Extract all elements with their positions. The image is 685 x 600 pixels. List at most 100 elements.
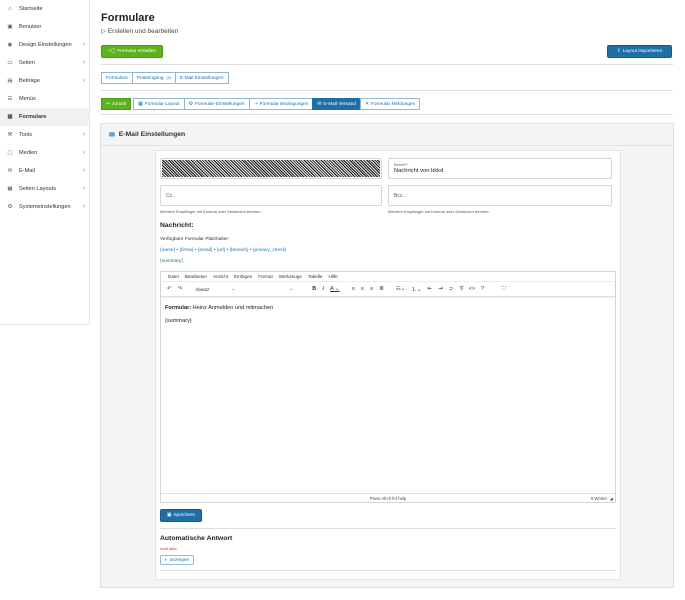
editor-menu-item[interactable]: Datei bbox=[168, 274, 179, 279]
sidebar-item-seiten-layouts[interactable]: ▦ Seiten Layouts › bbox=[0, 180, 89, 198]
sidebar-item-benutzer[interactable]: ▣ Benutzer bbox=[0, 18, 89, 36]
save-icon: ▣ bbox=[166, 513, 172, 518]
back-arrow-icon: ⇐ bbox=[106, 101, 111, 107]
subject-field[interactable]: Betreff * Nachricht von bkkd bbox=[388, 158, 612, 179]
tab-label: Formulare bbox=[106, 75, 128, 81]
editor-menu-item[interactable]: Ansicht bbox=[213, 274, 228, 279]
help-hint: Press Alt+0 for help bbox=[369, 495, 407, 501]
form-icon: ▦ bbox=[7, 114, 13, 120]
import-layout-button[interactable]: ⇪ Layout importieren bbox=[607, 45, 672, 58]
align-justify-icon[interactable]: ≣ bbox=[379, 286, 384, 292]
divider bbox=[160, 528, 616, 529]
email-form: Betreff * Nachricht von bkkd Cc.. Bcc.. … bbox=[155, 150, 621, 580]
subtab-formular-meldungen[interactable]: ✕ Formular Meldungen bbox=[359, 98, 421, 110]
sidebar-item-label: Tools bbox=[19, 132, 33, 138]
align-right-icon[interactable]: ≡ bbox=[370, 286, 373, 292]
posts-icon: ▤ bbox=[7, 78, 13, 84]
panel-header: ✉ E-Mail Einstellungen bbox=[101, 124, 673, 146]
tab-posteingang[interactable]: Posteingang (0) bbox=[131, 72, 176, 84]
editor-menu-item[interactable]: Einfügen bbox=[234, 274, 252, 279]
create-form-button[interactable]: +▢ Formular erstellen bbox=[101, 45, 163, 58]
editor-menu-item[interactable]: Tabelle bbox=[308, 274, 323, 279]
sidebar-item-startseite[interactable]: ⌂ Startseite bbox=[0, 0, 89, 18]
sidebar-item-formulare[interactable]: ▦ Formulare bbox=[0, 108, 89, 126]
subtab-formular-einstellungen[interactable]: ⚙ Formular-Einstellungen bbox=[183, 98, 250, 110]
numbered-list-icon[interactable]: ⒈⌄ bbox=[411, 285, 421, 293]
save-button[interactable]: ▣ Speichern bbox=[160, 509, 202, 522]
home-icon: ⌂ bbox=[8, 6, 12, 12]
editor-menu-item[interactable]: Bearbeiten bbox=[185, 274, 207, 279]
gear-icon: ⚙ bbox=[7, 204, 13, 210]
clear-format-icon[interactable]: T̸ bbox=[459, 286, 462, 292]
sidebar-item-seiten[interactable]: ▭ Seiten › bbox=[0, 54, 89, 72]
editor-content[interactable]: Formular: Heinz Anmelden und mitmachen {… bbox=[161, 297, 615, 333]
indent-icon[interactable]: ⇥ bbox=[438, 286, 443, 292]
cc-field[interactable]: Cc.. bbox=[160, 185, 382, 206]
cc-hint: Mehrere Empfänger mit Komma oder Semikol… bbox=[160, 209, 262, 214]
auto-reply-heading: Automatische Antwort bbox=[160, 535, 233, 542]
content-bold: Formular: bbox=[165, 305, 192, 311]
align-center-icon[interactable]: ≡ bbox=[361, 286, 364, 292]
sidebar-item-medien[interactable]: ▢ Medien › bbox=[0, 144, 89, 162]
bcc-field[interactable]: Bcc.. bbox=[388, 185, 612, 206]
sidebar-item-beiträge[interactable]: ▤ Beiträge › bbox=[0, 72, 89, 90]
sidebar-item-menüs[interactable]: ☰ Menüs bbox=[0, 90, 89, 108]
recipient-field[interactable] bbox=[160, 158, 382, 179]
subtab-icon: ▦ bbox=[138, 101, 143, 107]
back-button[interactable]: ⇐ zurück bbox=[101, 98, 132, 110]
sidebar-item-e-mail[interactable]: ✉ E-Mail › bbox=[0, 162, 89, 180]
outdent-icon[interactable]: ⇤ bbox=[427, 286, 432, 292]
help-icon[interactable]: ? bbox=[481, 286, 484, 292]
media-icon: ▢ bbox=[7, 150, 13, 156]
editor-line-2: {summary} bbox=[165, 318, 192, 324]
sidebar-item-label: Beiträge bbox=[19, 78, 40, 84]
subtab-label: Formular Bedingungen bbox=[259, 101, 309, 107]
font-size-select[interactable]: ⌄ bbox=[248, 285, 296, 294]
redo-icon[interactable]: ↷ bbox=[178, 286, 183, 292]
subtab-formular-layout[interactable]: ▦ Formular Layout bbox=[133, 98, 185, 110]
tab-formulare[interactable]: Formulare bbox=[101, 72, 133, 84]
block-format-value: Absatz bbox=[195, 286, 210, 292]
sidebar-item-label: Formulare bbox=[19, 114, 47, 120]
block-format-select[interactable]: Absatz ⌄ bbox=[192, 285, 238, 294]
editor-line-1: Formular: Heinz Anmelden und mitmachen bbox=[165, 302, 611, 315]
chevron-down-icon: ⌄ bbox=[231, 286, 236, 291]
editor-menu-item[interactable]: Format bbox=[258, 274, 273, 279]
bullet-list-icon[interactable]: ☷⌄ bbox=[396, 286, 406, 292]
editor-menu-item[interactable]: Werkzeuge bbox=[279, 274, 302, 279]
resize-handle-icon[interactable]: ◢ bbox=[610, 496, 613, 501]
sidebar-item-label: E-Mail bbox=[19, 168, 35, 174]
chevron-down-icon: ⌄ bbox=[289, 286, 294, 291]
show-auto-reply-button[interactable]: ◐ anzeigen bbox=[160, 555, 194, 565]
editor-menu-item[interactable]: Hilfe bbox=[328, 274, 337, 279]
align-left-icon[interactable]: ≡ bbox=[352, 286, 355, 292]
sidebar-item-tools[interactable]: ⚒ Tools › bbox=[0, 126, 89, 144]
editor-toolbar: ↶ ↷ Absatz ⌄ ⌄ B I A ⌄ ≡ ≡ ≡ ≣ ☷⌄ ⒈⌄ ⇤ ⇥… bbox=[161, 282, 615, 297]
chevron-right-icon: › bbox=[83, 42, 85, 48]
subject-value: Nachricht von bkkd bbox=[394, 168, 444, 174]
bcc-placeholder: Bcc.. bbox=[394, 192, 406, 199]
subtab-formular-bedingungen[interactable]: ⇢ Formular Bedingungen bbox=[248, 98, 314, 110]
toggle-icon: ◐ bbox=[164, 557, 168, 563]
italic-icon[interactable]: I bbox=[322, 286, 324, 292]
code-icon[interactable]: <> bbox=[469, 286, 475, 292]
tab-e-mail-einstellungen[interactable]: E-Mail Einstellungen bbox=[174, 72, 229, 84]
sidebar-item-label: Menüs bbox=[19, 96, 36, 102]
link-icon[interactable]: ⊃ bbox=[449, 286, 454, 292]
sidebar-item-systemeinstellungen[interactable]: ⚙ Systemeinstellungen › bbox=[0, 198, 89, 216]
rich-text-editor: Datei Bearbeiten Ansicht Einfügen Format Werk… bbox=[160, 271, 616, 503]
sidebar-item-design-einstellungen[interactable]: ◉ Design Einstellungen › bbox=[0, 36, 89, 54]
text-color-icon[interactable]: A ⌄ bbox=[330, 286, 340, 292]
subtab-label: Formular Meldungen bbox=[371, 101, 416, 107]
import-layout-label: Layout importieren bbox=[622, 49, 663, 54]
bold-icon[interactable]: B bbox=[312, 286, 316, 292]
undo-icon[interactable]: ↶ bbox=[167, 286, 172, 292]
chevron-right-icon: › bbox=[83, 60, 85, 66]
chevron-right-icon: › bbox=[83, 150, 85, 156]
subtab-e-mail-versand[interactable]: ✉ E-Mail Versand bbox=[312, 98, 361, 110]
fullscreen-icon[interactable]: ⛶ bbox=[502, 286, 506, 293]
create-form-label: Formular erstellen bbox=[117, 49, 156, 54]
tab-label: E-Mail Einstellungen bbox=[179, 75, 224, 81]
tools-icon: ⚒ bbox=[7, 132, 13, 138]
subtab-icon: ⇢ bbox=[253, 101, 258, 107]
